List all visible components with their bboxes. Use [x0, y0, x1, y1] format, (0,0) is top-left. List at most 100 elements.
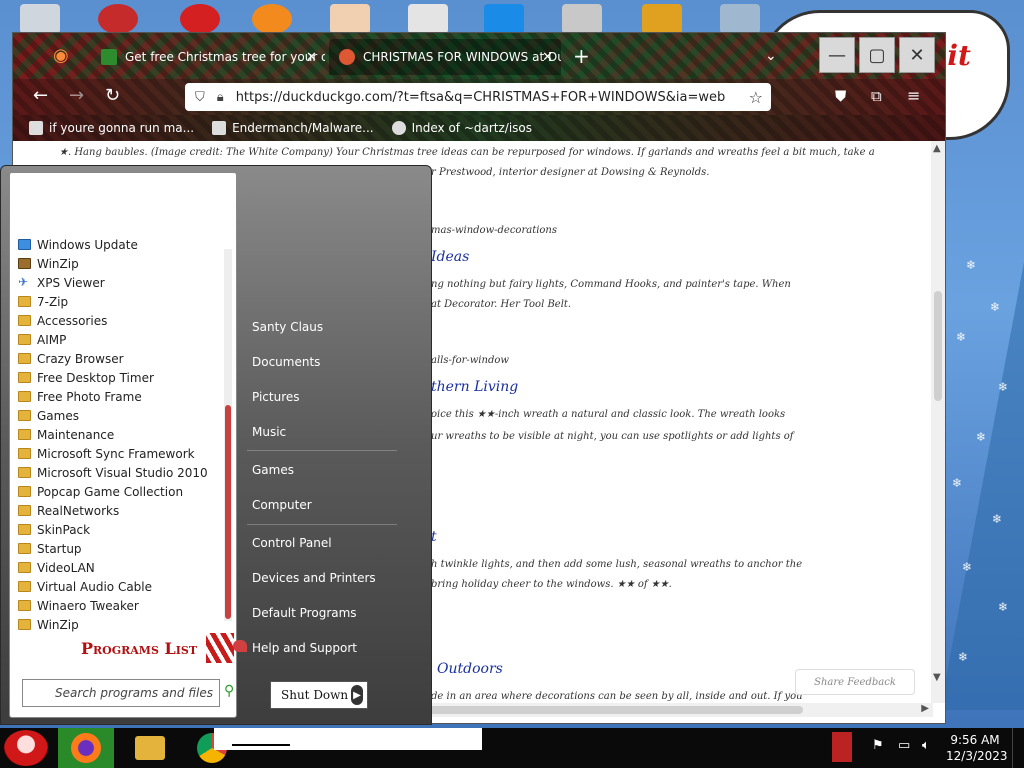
program-label: 7-Zip [37, 294, 69, 309]
program-folder[interactable]: WinZip [18, 615, 228, 634]
clock-time: 9:56 AM [950, 733, 1000, 747]
menu-item-pictures[interactable]: Pictures [252, 390, 300, 404]
action-center-icon[interactable]: ⚑ [872, 738, 884, 753]
bookmark-star-icon[interactable]: ☆ [749, 88, 763, 107]
menu-item-documents[interactable]: Documents [252, 355, 320, 369]
folder-icon[interactable] [642, 4, 682, 34]
menu-item-devices-printers[interactable]: Devices and Printers [252, 571, 376, 585]
bookmark-item[interactable]: if youre gonna run ma... [29, 121, 194, 135]
program-item[interactable]: ✈ XPS Viewer [18, 273, 228, 292]
program-item[interactable]: Windows Update [18, 235, 228, 254]
tab-title: Get free Christmas tree for your de [125, 50, 325, 64]
close-tab-icon[interactable]: ✕ [306, 50, 317, 65]
app-icon[interactable] [484, 4, 524, 34]
help-icon [233, 640, 247, 652]
result-title[interactable]: Ideas [431, 249, 469, 265]
menu-item-user[interactable]: Santy Claus [252, 320, 323, 334]
program-folder[interactable]: Free Desktop Timer [18, 368, 228, 387]
program-folder[interactable]: VideoLAN [18, 558, 228, 577]
pocket-icon[interactable]: ⛊ [835, 87, 846, 105]
program-folder[interactable]: Crazy Browser [18, 349, 228, 368]
shield-icon[interactable]: ⛉ [195, 90, 205, 105]
menu-item-computer[interactable]: Computer [252, 498, 312, 512]
vertical-scrollbar[interactable]: ▲ ▼ [931, 141, 945, 703]
programs-scrollbar[interactable] [224, 249, 232, 621]
lock-icon[interactable]: 🔒︎ [217, 90, 224, 105]
program-folder[interactable]: AIMP [18, 330, 228, 349]
maximize-button[interactable]: ▢ [859, 37, 895, 73]
program-folder[interactable]: Microsoft Visual Studio 2010 [18, 463, 228, 482]
menu-item-default-programs[interactable]: Default Programs [252, 606, 357, 620]
shrine-icon[interactable] [330, 4, 370, 34]
taskbar-empty-slot[interactable] [232, 732, 290, 746]
tray-app-icon[interactable] [832, 732, 852, 762]
taskbar-firefox[interactable] [58, 728, 114, 768]
program-folder[interactable]: Startup [18, 539, 228, 558]
program-folder[interactable]: Virtual Audio Cable [18, 577, 228, 596]
program-folder[interactable]: Maintenance [18, 425, 228, 444]
share-feedback-button[interactable]: Share Feedback [795, 669, 915, 695]
search-placeholder: Search programs and files [55, 686, 213, 700]
notepad-icon[interactable] [408, 4, 448, 34]
menu-item-music[interactable]: Music [252, 425, 286, 439]
program-folder[interactable]: Popcap Game Collection [18, 482, 228, 501]
programs-list-button[interactable]: Programs List [44, 633, 234, 663]
tab-christmas-tree[interactable]: Get free Christmas tree for your de ✕ [91, 39, 325, 75]
firefox-desktop-icon[interactable] [252, 4, 292, 34]
program-folder[interactable]: Microsoft Sync Framework [18, 444, 228, 463]
taskbar-explorer[interactable] [122, 728, 178, 768]
computer-icon[interactable] [720, 4, 760, 34]
extensions-icon[interactable]: ⧉ [871, 87, 882, 105]
program-folder[interactable]: Free Photo Frame [18, 387, 228, 406]
recycle-bin-icon[interactable] [20, 4, 60, 34]
url-text[interactable]: https://duckduckgo.com/?t=ftsa&q=CHRISTM… [236, 90, 726, 105]
network-icon[interactable]: ▭ [898, 738, 910, 753]
menu-icon[interactable]: ≡ [907, 87, 920, 105]
tab-duckduckgo[interactable]: CHRISTMAS FOR WINDOWS at Du ✕ [329, 39, 561, 75]
reload-icon[interactable]: ↻ [105, 87, 120, 105]
address-bar[interactable]: ⛉ 🔒︎ https://duckduckgo.com/?t=ftsa&q=CH… [185, 83, 771, 111]
menu-item-games[interactable]: Games [252, 463, 294, 477]
menu-item-control-panel[interactable]: Control Panel [252, 536, 332, 550]
menu-item-help-support[interactable]: Help and Support [252, 641, 357, 655]
scroll-down-icon[interactable]: ▼ [933, 672, 941, 683]
firefox-icon [71, 733, 101, 763]
program-folder[interactable]: RealNetworks [18, 501, 228, 520]
program-folder[interactable]: SkinPack [18, 520, 228, 539]
result-title[interactable]: Outdoors [437, 661, 503, 677]
show-desktop-button[interactable] [1012, 728, 1024, 768]
bookmark-item[interactable]: Endermanch/Malware... [212, 121, 374, 135]
search-input[interactable]: Search programs and files [22, 679, 220, 707]
shutdown-button[interactable]: Shut Down ▶ [270, 681, 368, 709]
program-folder[interactable]: Winaero Tweaker [18, 596, 228, 615]
result-title[interactable]: thern Living [431, 379, 518, 395]
bookmark-item[interactable]: Index of ~dartz/isos [391, 121, 532, 135]
scroll-thumb[interactable] [225, 405, 231, 619]
list-all-tabs-icon[interactable]: ⌄ [765, 47, 777, 65]
program-folder[interactable]: Accessories [18, 311, 228, 330]
search-icon[interactable]: ⚲ [224, 683, 234, 699]
new-tab-button[interactable]: + [573, 46, 590, 66]
volume-icon[interactable]: 🔈︎ [922, 738, 930, 753]
desktop-app-icon[interactable] [98, 4, 138, 34]
result-text: ng nothing but fairy lights, Command Hoo… [431, 279, 791, 290]
desktop-app-icon[interactable] [180, 4, 220, 34]
program-item[interactable]: WinZip [18, 254, 228, 273]
firefox-view-icon[interactable]: ◉ [53, 47, 69, 65]
menu-divider [247, 524, 397, 525]
start-button[interactable] [4, 730, 48, 766]
close-window-button[interactable]: ✕ [899, 37, 935, 73]
scroll-thumb[interactable] [934, 291, 942, 401]
program-folder[interactable]: Games [18, 406, 228, 425]
airplane-icon[interactable] [562, 4, 602, 34]
forward-icon[interactable]: → [69, 87, 84, 105]
clock[interactable]: 9:56 AM 12/3/2023 [946, 732, 1008, 764]
scroll-up-icon[interactable]: ▲ [933, 143, 941, 154]
program-folder[interactable]: 7-Zip [18, 292, 228, 311]
close-tab-icon[interactable]: ✕ [542, 50, 553, 65]
minimize-button[interactable]: — [819, 37, 855, 73]
back-icon[interactable]: ← [33, 87, 48, 105]
scroll-right-icon[interactable]: ▶ [921, 703, 929, 714]
shutdown-options-icon[interactable]: ▶ [351, 685, 363, 705]
scroll-thumb[interactable] [423, 706, 803, 714]
